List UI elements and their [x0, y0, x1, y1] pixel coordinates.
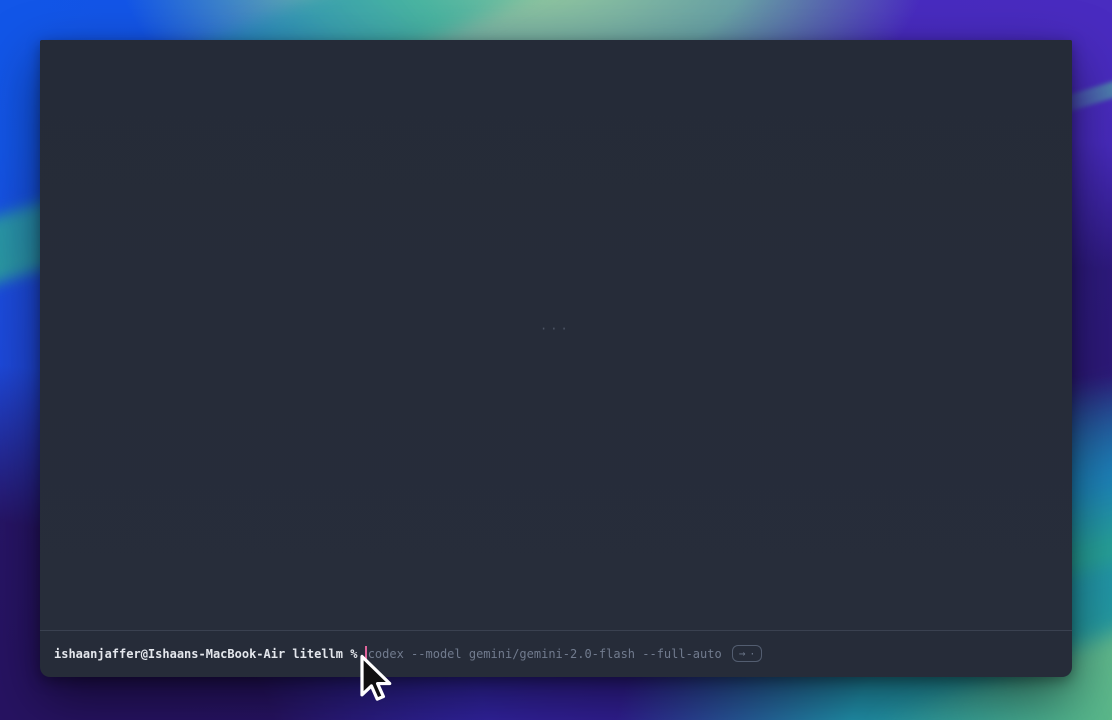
terminal-prompt-row[interactable]: ishaanjaffer@Ishaans-MacBook-Air litellm…: [40, 631, 1072, 677]
accept-suggestion-hint-badge: →·: [732, 645, 763, 662]
desktop-wallpaper: ··· ishaanjaffer@Ishaans-MacBook-Air lit…: [0, 0, 1112, 720]
terminal-output-area[interactable]: ···: [40, 40, 1072, 630]
autosuggestion-text: codex --model gemini/gemini-2.0-flash --…: [368, 647, 722, 661]
terminal-window[interactable]: ··· ishaanjaffer@Ishaans-MacBook-Air lit…: [40, 40, 1072, 677]
hint-dot-icon: ·: [749, 649, 755, 660]
prompt-user-host: ishaanjaffer@Ishaans-MacBook-Air: [54, 647, 285, 661]
right-arrow-icon: →: [739, 647, 746, 660]
text-cursor: [365, 646, 367, 661]
prompt-directory: litellm: [292, 647, 343, 661]
prompt-symbol: %: [350, 647, 357, 661]
terminal-output-ellipsis: ···: [540, 322, 571, 336]
